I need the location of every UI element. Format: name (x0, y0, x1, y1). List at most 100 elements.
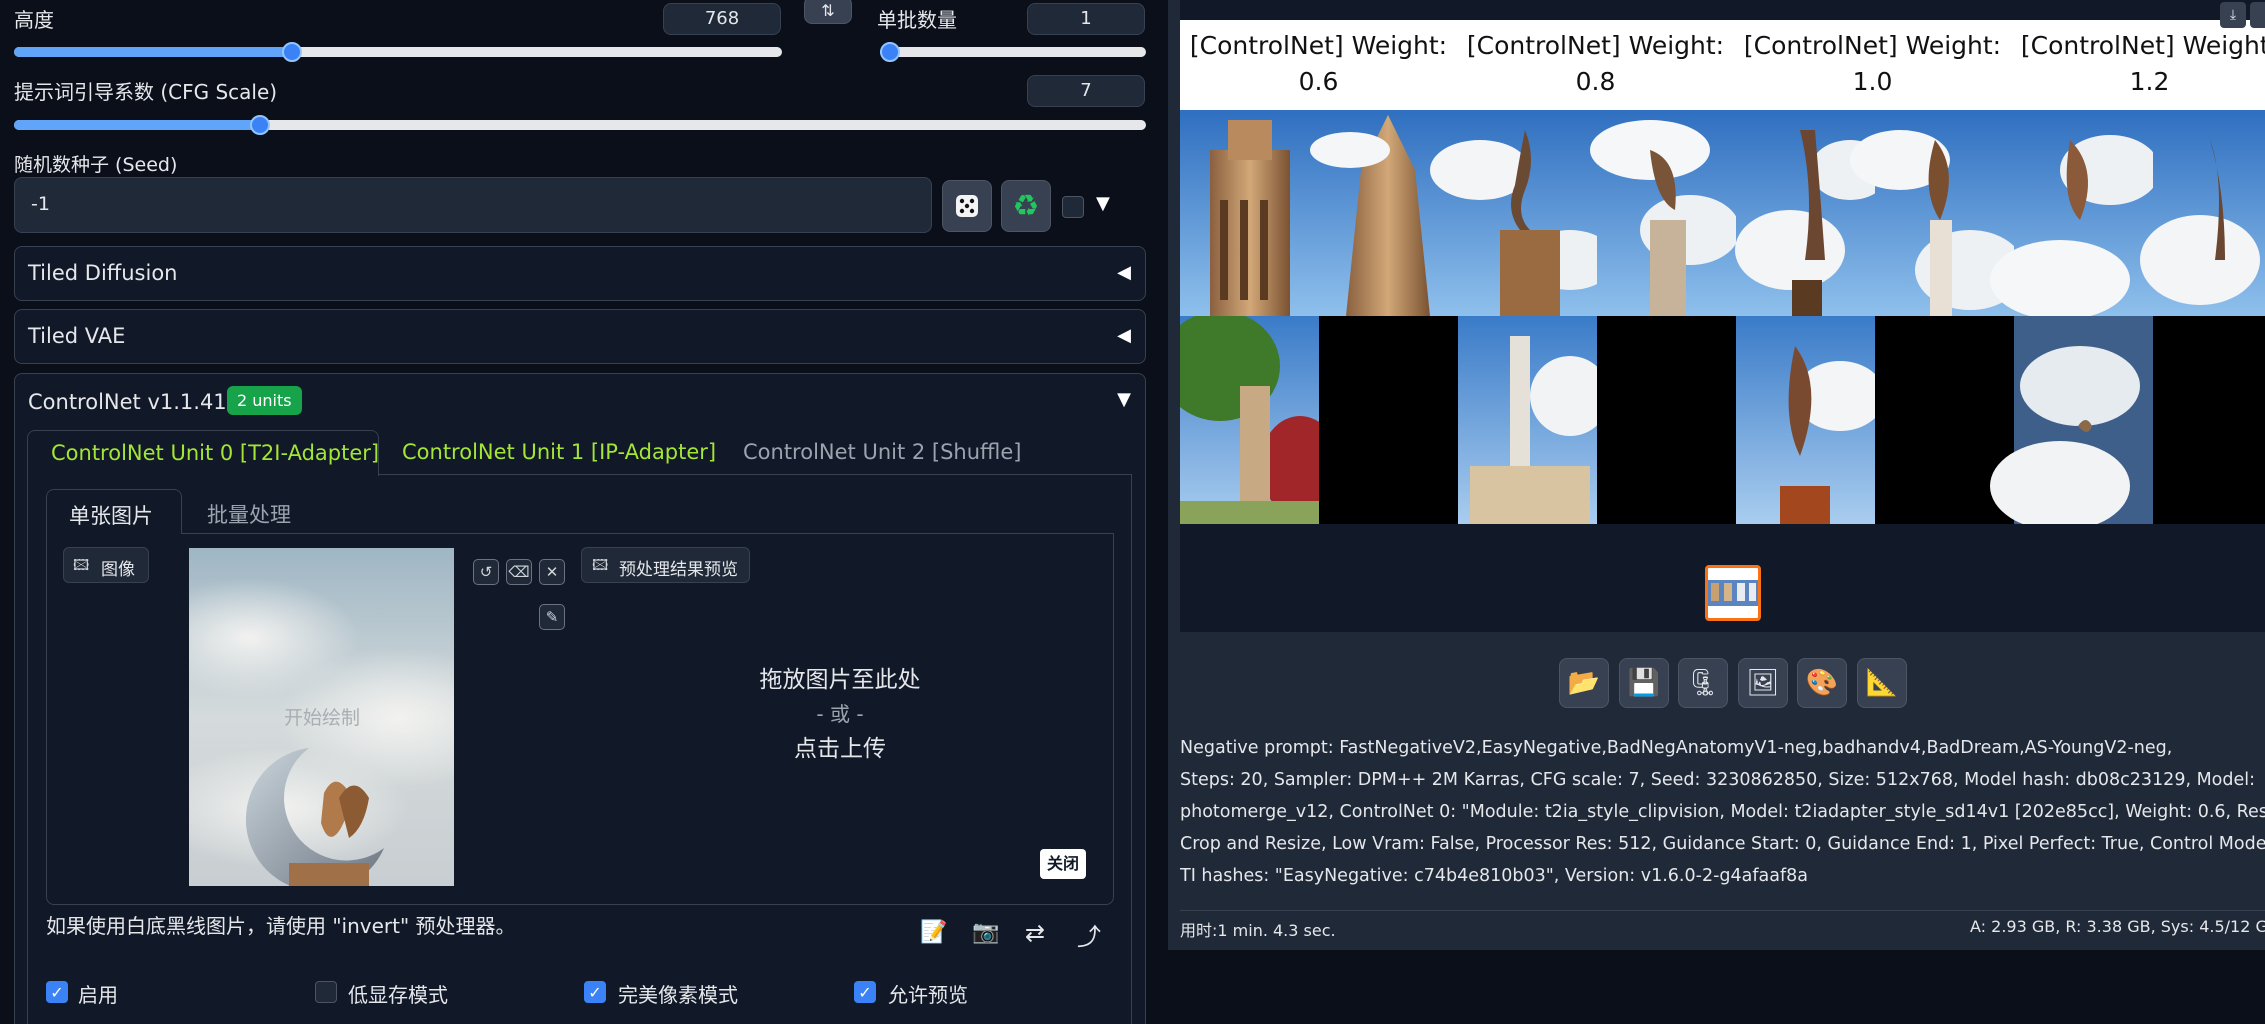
random-seed-button[interactable] (942, 180, 992, 232)
height-label: 高度 (14, 8, 54, 32)
grid-image[interactable]: [ControlNet] Weight: 0.6 [ControlNet] We… (1180, 20, 2265, 524)
folder-icon: 📂 (1567, 668, 1601, 698)
input-image-canvas[interactable]: 开始绘制 (189, 548, 454, 886)
save-icon: 💾 (1627, 668, 1661, 698)
pixel-perfect-checkbox[interactable]: ✓ (584, 981, 606, 1003)
grid-header-2-line2: 1.0 (1852, 67, 1893, 96)
send-to-extras-button[interactable]: 📐 (1857, 658, 1907, 708)
grid-row-2 (1180, 316, 2265, 524)
recycle-icon: ♻ (1012, 188, 1040, 224)
close-icon: ✕ (545, 563, 559, 581)
camera-button[interactable]: 📷 (972, 920, 999, 945)
gallery-thumbnail[interactable] (1705, 565, 1761, 621)
allow-preview-label: 允许预览 (888, 983, 968, 1007)
grid-header-2-line1: [ControlNet] Weight: (1743, 31, 2002, 60)
grid-header-3-line2: 1.2 (2129, 67, 2170, 96)
tab-unit-0-label: ControlNet Unit 0 [T2I-Adapter] (51, 441, 380, 465)
clear-button[interactable]: ✕ (539, 559, 565, 585)
save-button[interactable]: 💾 (1619, 658, 1669, 708)
controlnet-title[interactable]: ControlNet v1.1.415 (28, 390, 240, 414)
swap-button[interactable]: ⇄ (1025, 919, 1045, 947)
send-arrow-icon: ⤴ (1077, 923, 1101, 951)
info-line-controlnet: photomerge_v12, ControlNet 0: "Module: t… (1180, 802, 2265, 822)
seed-input[interactable]: -1 (14, 177, 932, 233)
camera-icon: 📷 (972, 920, 1000, 945)
subtab-batch[interactable]: 批量处理 (207, 499, 291, 529)
height-input[interactable]: 768 (663, 3, 781, 35)
enable-checkbox[interactable]: ✓ (46, 981, 68, 1003)
or-text: - 或 - (816, 702, 864, 726)
low-vram-checkbox[interactable] (315, 981, 337, 1003)
thumbnail-image (1708, 580, 1758, 606)
grid-header-0-line2: 0.6 (1298, 67, 1339, 96)
reuse-seed-button[interactable]: ♻ (1001, 180, 1051, 232)
tiled-diffusion-accordion[interactable]: Tiled Diffusion ◀ (14, 246, 1146, 301)
cfg-scale-slider[interactable] (14, 115, 1146, 135)
tiled-vae-title: Tiled VAE (28, 324, 126, 348)
low-vram-label: 低显存模式 (348, 983, 448, 1007)
image-label-chip: 🖾 图像 (63, 547, 149, 583)
height-slider[interactable] (14, 42, 782, 62)
extra-seed-checkbox[interactable] (1062, 196, 1084, 218)
ruler-icon: 📐 (1865, 668, 1899, 698)
download-button[interactable]: ⤓ (2220, 2, 2246, 28)
subtab-single-image[interactable]: 单张图片 (46, 489, 182, 534)
start-drawing-text: 开始绘制 (284, 707, 361, 729)
tab-unit-1[interactable]: ControlNet Unit 1 [IP-Adapter] (402, 440, 716, 464)
close-gallery-button[interactable] (2250, 2, 2265, 28)
drop-text: 拖放图片至此处 (759, 667, 921, 693)
cfg-scale-label: 提示词引导系数 (CFG Scale) (14, 80, 278, 104)
cfg-scale-input[interactable]: 7 (1027, 75, 1145, 107)
grid-row-1 (1180, 110, 2265, 316)
grid-header-1-line2: 0.8 (1575, 67, 1616, 96)
send-to-img2img-button[interactable]: 🖼 (1738, 658, 1788, 708)
batch-size-slider[interactable] (880, 42, 1146, 62)
batch-size-input[interactable]: 1 (1027, 3, 1145, 35)
grid-header-3-line1: [ControlNet] Weight: (2020, 31, 2265, 60)
units-badge: 2 units (227, 386, 302, 415)
download-icon: ⤓ (2229, 7, 2237, 23)
info-line-ti-hashes: TI hashes: "EasyNegative: c74b4e810b03",… (1180, 866, 1808, 886)
preview-dropzone[interactable]: 拖放图片至此处 - 或 - 点击上传 (600, 660, 1080, 770)
tiled-vae-accordion[interactable]: Tiled VAE ◀ (14, 309, 1146, 364)
image-label: 图像 (101, 560, 135, 580)
info-divider (1180, 910, 2265, 911)
expand-arrow-icon[interactable]: ▼ (1117, 389, 1131, 410)
palette-icon: 🎨 (1805, 668, 1839, 698)
image-icon: 🖾 (73, 556, 90, 574)
tab-unit-0[interactable]: ControlNet Unit 0 [T2I-Adapter] (27, 430, 379, 476)
check-icon: ✓ (588, 982, 602, 1002)
time-taken: 用时:1 min. 4.3 sec. (1180, 921, 1336, 940)
image-icon: 🖼 (1746, 668, 1780, 698)
send-to-inpaint-button[interactable]: 🎨 (1797, 658, 1847, 708)
undo-button[interactable]: ↺ (473, 559, 499, 585)
batch-size-label: 单批数量 (877, 8, 957, 32)
edit-button[interactable]: 📝 (920, 920, 947, 945)
grid-header-3: [ControlNet] Weight: 1.2 (2011, 28, 2265, 100)
check-icon: ✓ (858, 982, 872, 1002)
collapse-arrow-icon: ◀ (1117, 262, 1131, 283)
collapse-arrow-icon: ◀ (1117, 325, 1131, 346)
grid-header-0-line1: [ControlNet] Weight: (1189, 31, 1448, 60)
seed-label: 随机数种子 (Seed) (14, 154, 178, 176)
grid-header-1-line1: [ControlNet] Weight: (1466, 31, 1725, 60)
extra-seed-toggle[interactable]: ▼ (1096, 193, 1110, 214)
erase-button[interactable]: ⌫ (506, 559, 532, 585)
swap-dimensions-button[interactable]: ⇅ (804, 0, 852, 24)
brush-button[interactable]: ✎ (539, 604, 565, 630)
invert-hint: 如果使用白底黑线图片，请使用 "invert" 预处理器。 (46, 914, 516, 938)
upload-text: 点击上传 (794, 736, 886, 762)
info-line-steps: Steps: 20, Sampler: DPM++ 2M Karras, CFG… (1180, 770, 2256, 790)
grid-header-0: [ControlNet] Weight: 0.6 (1180, 28, 1457, 100)
open-folder-button[interactable]: 📂 (1559, 658, 1609, 708)
brush-icon: ✎ (545, 608, 559, 626)
generation-info: Negative prompt: FastNegativeV2,EasyNega… (1180, 736, 2265, 896)
send-button[interactable]: ⤴ (1077, 917, 1101, 952)
zip-button[interactable]: 🗜 (1678, 658, 1728, 708)
subtab-single-image-label: 单张图片 (69, 504, 153, 528)
preview-label: 预处理结果预览 (619, 560, 738, 580)
allow-preview-checkbox[interactable]: ✓ (854, 981, 876, 1003)
tab-unit-2[interactable]: ControlNet Unit 2 [Shuffle] (743, 440, 1021, 464)
close-preview-button[interactable]: 关闭 (1040, 849, 1086, 879)
image-icon: 🖾 (592, 556, 609, 574)
